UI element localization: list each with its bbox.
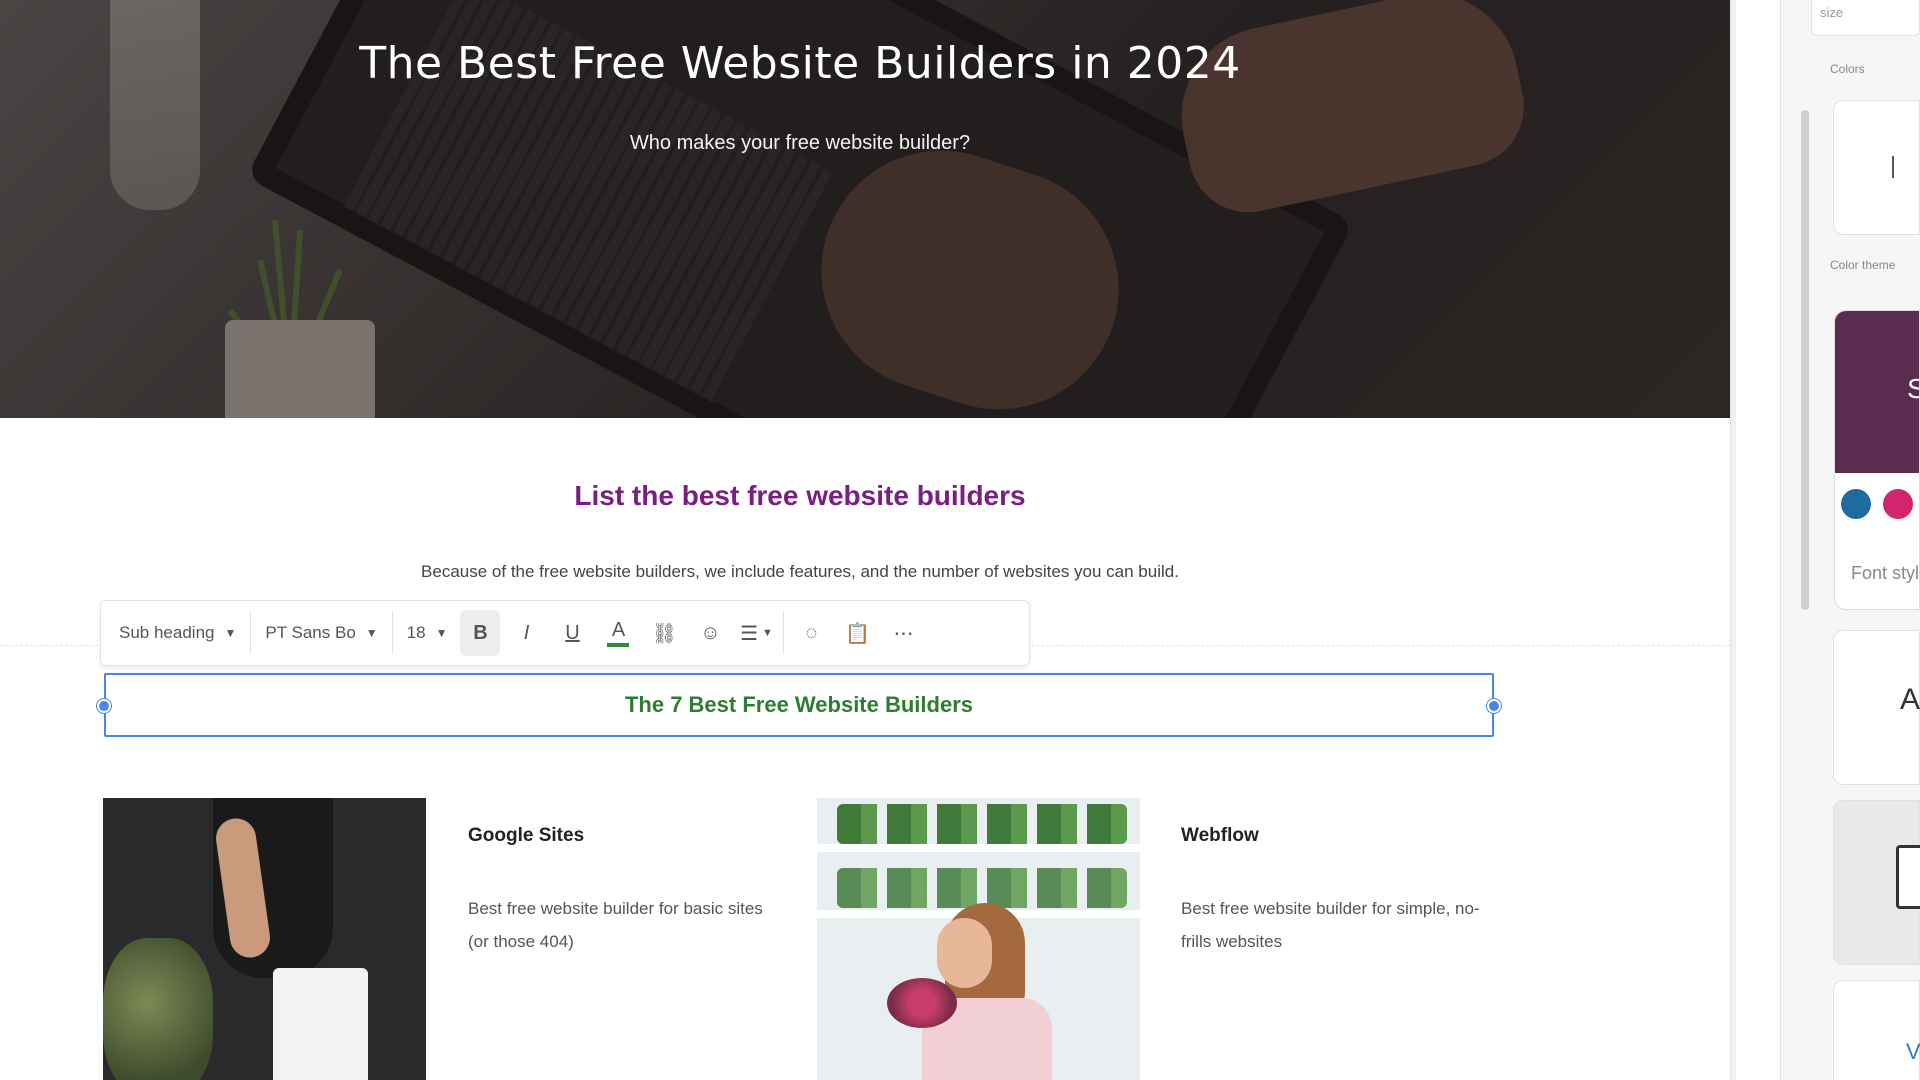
typography-sample-letter: A [1900,683,1920,716]
font-family-value: PT Sans Bo [265,623,356,642]
side-panel-colors-label: Colors [1830,62,1865,76]
side-panel-theme-label: Color theme [1830,258,1896,272]
page-canvas: The Best Free Website Builders in 2024 W… [0,0,1920,1080]
clipboard-button[interactable]: 📋 [837,610,877,656]
hero-subtitle[interactable]: Who makes your free website builder? [0,132,1600,155]
chevron-down-icon: ▼ [365,626,378,640]
hero-banner[interactable]: The Best Free Website Builders in 2024 W… [0,0,1730,418]
card-image-google-sites[interactable] [103,798,426,1080]
comment-button[interactable]: ◌ [791,610,831,656]
side-panel-bottom-letter: V [1906,1039,1920,1064]
resize-handle-left[interactable] [97,699,111,713]
section-description[interactable]: Because of the free website builders, we… [0,562,1600,582]
paper-shape [273,968,368,1080]
font-family-select[interactable]: PT Sans Bo ▼ [255,610,387,656]
chevron-down-icon: ▼ [762,627,773,639]
more-options-button[interactable]: ⋯ [883,610,923,656]
emoji-icon: ☺ [700,621,721,644]
shelf-shape [817,844,1140,852]
section-heading[interactable]: List the best free website builders [0,480,1600,512]
text-cursor-icon [1892,156,1894,178]
side-panel-bottom-card[interactable]: V [1833,980,1920,1080]
card-title-google-sites[interactable]: Google Sites [468,825,584,847]
card-description-google-sites[interactable]: Best free website builder for basic site… [468,892,768,958]
underline-button[interactable]: U [552,610,592,656]
toolbar-divider [250,612,252,654]
paragraph-style-value: Sub heading [119,623,215,642]
flowers-shape [887,978,957,1028]
hero-title[interactable]: The Best Free Website Builders in 2024 [0,38,1600,89]
person-face-shape [937,918,992,988]
font-size-select[interactable]: 18 ▼ [397,610,458,656]
comment-icon: ◌ [805,621,818,644]
italic-button[interactable]: I [506,610,546,656]
color-dot-blue[interactable] [1841,489,1871,519]
resize-handle-right[interactable] [1487,699,1501,713]
underline-icon: U [565,621,580,644]
link-button[interactable]: ⛓ [644,610,684,656]
selected-heading-text[interactable]: The 7 Best Free Website Builders [625,692,973,718]
toolbar-divider [391,612,393,654]
card-title-webflow[interactable]: Webflow [1181,825,1259,847]
link-icon: ⛓ [651,622,678,645]
paragraph-style-select[interactable]: Sub heading ▼ [109,610,246,656]
bold-icon: B [473,621,488,644]
chevron-down-icon: ▼ [435,626,448,640]
align-button[interactable]: ☰ ▼ [736,610,776,656]
selected-heading-block[interactable]: The 7 Best Free Website Builders [97,673,1501,737]
layout-card[interactable] [1833,800,1920,965]
layout-icon [1896,845,1920,909]
card-image-webflow[interactable] [817,798,1140,1080]
side-panel-input-card[interactable] [1833,100,1920,235]
clipboard-icon: 📋 [845,622,870,645]
font-size-value: 18 [406,623,426,642]
plant-leaves-shape [103,938,213,1080]
chevron-down-icon: ▼ [224,626,237,640]
theme-swatch[interactable]: S [1835,311,1919,473]
card-description-webflow[interactable]: Best free website builder for simple, no… [1181,892,1481,958]
font-style-label: Font style [1851,563,1920,583]
toolbar-divider [783,612,785,654]
italic-icon: I [523,621,530,644]
bold-button[interactable]: B [460,610,501,656]
color-theme-card[interactable]: S Font style [1834,310,1920,610]
text-color-swatch [607,643,630,647]
more-icon: ⋯ [893,622,914,645]
color-dot-pink[interactable] [1883,489,1913,519]
text-color-button[interactable]: A [598,610,638,656]
side-panel-scrollbar[interactable] [1801,110,1809,610]
align-icon: ☰ [740,622,758,645]
text-color-icon: A [611,619,626,641]
editor-scrollbar[interactable] [1730,0,1736,1080]
theme-swatch-letter: S [1907,373,1919,404]
shelf-plants-row [837,804,1127,844]
side-panel-size-field[interactable]: size [1811,0,1920,36]
typography-card[interactable]: A [1833,630,1920,785]
shelf-plants-row [837,868,1127,908]
text-format-toolbar: Sub heading ▼ PT Sans Bo ▼ 18 ▼ B I U A … [100,600,1030,666]
emoji-button[interactable]: ☺ [690,610,730,656]
